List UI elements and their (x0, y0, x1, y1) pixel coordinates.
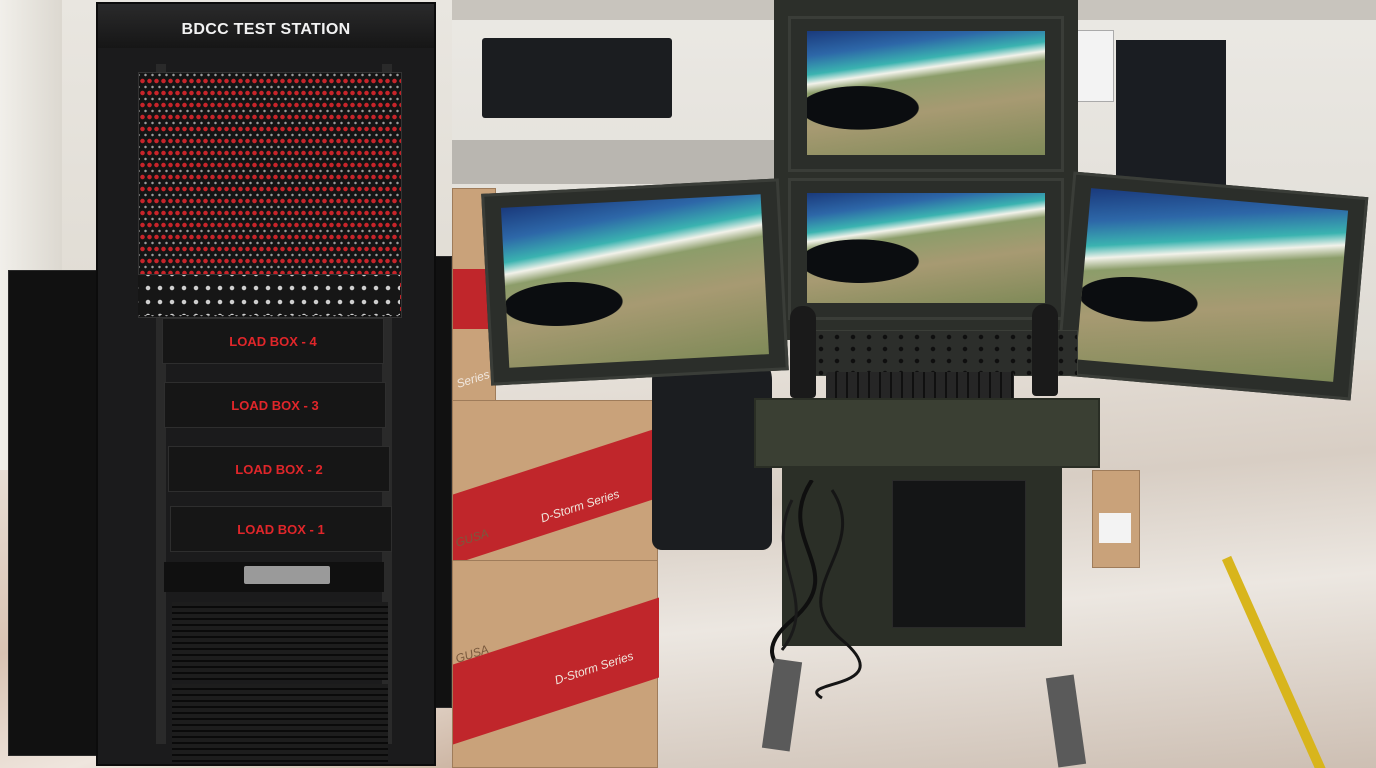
shipping-box-lower: D-Storm Series GUSA (452, 560, 659, 768)
rack-header: BDCC TEST STATION (98, 4, 434, 48)
connector-row (138, 274, 400, 315)
monitor-top (788, 16, 1064, 172)
satellite-map-screen (807, 31, 1045, 155)
pc-tower (892, 480, 1026, 628)
load-box-3: LOAD BOX - 3 (164, 382, 386, 428)
vent-panel-lower (172, 684, 388, 762)
load-box-label: LOAD BOX - 2 (235, 462, 323, 477)
left-photo: BDCC TEST STATION LOAD BOX - 4 LOAD BOX … (0, 0, 452, 768)
fan-shelf (164, 562, 384, 592)
load-box-label: LOAD BOX - 3 (231, 398, 319, 413)
rack-title: BDCC TEST STATION (181, 21, 351, 38)
load-box-2: LOAD BOX - 2 (168, 446, 390, 492)
box-stripe (453, 427, 659, 565)
joystick-right (1032, 304, 1058, 396)
vent-panel-upper (172, 602, 388, 680)
right-photo: D-Storm Series GUSA D-Storm Series GUSA … (452, 0, 1376, 768)
test-station-rack: BDCC TEST STATION LOAD BOX - 4 LOAD BOX … (96, 2, 436, 766)
load-box-4: LOAD BOX - 4 (162, 318, 384, 364)
load-box-1: LOAD BOX - 1 (170, 506, 392, 552)
fan-unit (244, 566, 330, 584)
load-box-label: LOAD BOX - 1 (237, 522, 325, 537)
small-cardboard-box (1092, 470, 1140, 568)
box-stripe (453, 597, 659, 745)
load-box-label: LOAD BOX - 4 (229, 334, 317, 349)
box-sticker (1099, 513, 1131, 543)
stacked-cases (482, 38, 672, 118)
monitor-left (481, 178, 789, 386)
doorway (1116, 40, 1226, 190)
monitor-center (788, 178, 1064, 320)
shipping-box-upper: D-Storm Series GUSA (452, 400, 659, 568)
satellite-map-screen (807, 193, 1045, 303)
satellite-map-screen (500, 194, 769, 368)
satellite-map-screen (1076, 188, 1349, 382)
console-desk-top (754, 398, 1100, 468)
monitor-right (1055, 171, 1369, 401)
joystick-left (790, 306, 816, 398)
counter-shelf (452, 140, 782, 184)
